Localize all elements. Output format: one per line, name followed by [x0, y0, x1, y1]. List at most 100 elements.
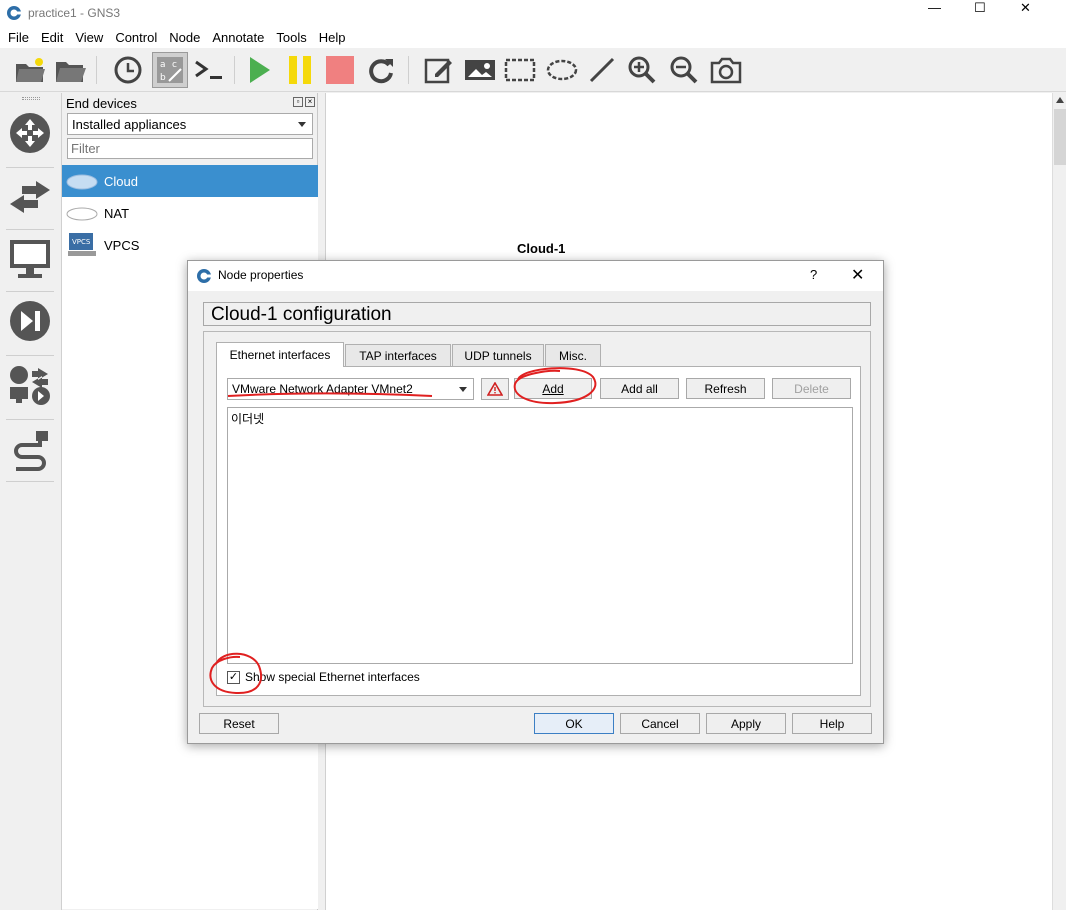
apply-button[interactable]: Apply — [706, 713, 786, 734]
folder-new-icon — [16, 58, 45, 82]
chevron-down-icon — [298, 122, 306, 127]
cable-icon — [14, 431, 48, 471]
reload-icon — [369, 59, 393, 84]
interface-select[interactable]: VMware Network Adapter VMnet2 — [227, 378, 474, 400]
zoom-out-icon — [670, 56, 698, 84]
list-item-nat[interactable]: NAT — [62, 197, 318, 229]
ok-button[interactable]: OK — [534, 713, 614, 734]
configuration-header: Cloud-1 configuration — [203, 302, 871, 326]
tab-tap-interfaces[interactable]: TAP interfaces — [345, 344, 451, 366]
suspend-all-button[interactable] — [282, 52, 318, 88]
help-button[interactable]: Help — [792, 713, 872, 734]
show-special-interfaces-label: Show special Ethernet interfaces — [245, 670, 420, 684]
warning-button[interactable] — [481, 378, 509, 400]
refresh-button[interactable]: Refresh — [686, 378, 765, 399]
console-all-button[interactable] — [192, 52, 228, 88]
menu-file[interactable]: File — [2, 30, 35, 45]
open-project-button[interactable] — [52, 52, 88, 88]
screenshot-button[interactable] — [708, 52, 744, 88]
switch-icon — [10, 181, 50, 213]
add-button[interactable]: Add — [514, 378, 592, 399]
snapshot-clock-button[interactable] — [110, 52, 146, 88]
ethernet-interfaces-page: VMware Network Adapter VMnet2 Add Add al… — [216, 366, 861, 696]
svg-text:b: b — [160, 73, 166, 83]
stop-all-button[interactable] — [322, 52, 358, 88]
pause-icon — [289, 56, 311, 84]
router-icon — [10, 113, 50, 153]
cloud-icon — [66, 169, 98, 193]
scroll-up-arrow-icon[interactable] — [1056, 97, 1064, 103]
zoom-out-button[interactable] — [666, 52, 702, 88]
dialog-close-button[interactable]: ✕ — [851, 265, 864, 285]
window-titlebar: practice1 - GNS3 — [0, 0, 1066, 26]
show-special-interfaces-checkbox[interactable]: ✓ Show special Ethernet interfaces — [227, 670, 420, 684]
device-filter-input[interactable] — [67, 138, 313, 159]
picture-icon — [465, 60, 495, 80]
add-all-button[interactable]: Add all — [600, 378, 679, 399]
menu-edit[interactable]: Edit — [35, 30, 69, 45]
maximize-button[interactable]: ☐ — [974, 0, 986, 16]
delete-button[interactable]: Delete — [772, 378, 851, 399]
cancel-button[interactable]: Cancel — [620, 713, 700, 734]
add-note-button[interactable] — [420, 52, 456, 88]
device-label: VPCS — [104, 237, 140, 253]
window-title: practice1 - GNS3 — [28, 6, 121, 20]
reload-all-button[interactable] — [362, 52, 398, 88]
minimize-button[interactable]: — — [928, 0, 941, 15]
draw-line-button[interactable] — [584, 52, 620, 88]
menu-control[interactable]: Control — [109, 30, 163, 45]
camera-icon — [710, 57, 742, 84]
show-interface-labels-button[interactable]: acb — [152, 52, 188, 88]
draw-rectangle-button[interactable] — [502, 52, 538, 88]
zoom-in-button[interactable] — [624, 52, 660, 88]
canvas-vertical-scrollbar[interactable] — [1052, 93, 1066, 910]
device-type-dock — [0, 93, 62, 910]
reset-button[interactable]: Reset — [199, 713, 279, 734]
menu-node[interactable]: Node — [163, 30, 206, 45]
menu-tools[interactable]: Tools — [270, 30, 312, 45]
context-help-button[interactable]: ? — [810, 267, 817, 282]
scrollbar-thumb[interactable] — [1054, 109, 1066, 165]
svg-text:a: a — [160, 60, 166, 70]
ellipse-icon — [546, 59, 578, 81]
edit-note-icon — [424, 58, 452, 84]
main-toolbar: acb — [0, 48, 1066, 92]
dialog-titlebar: Node properties ? ✕ — [188, 261, 883, 291]
appliance-filter-select[interactable]: Installed appliances — [67, 113, 313, 135]
start-all-button[interactable] — [242, 52, 278, 88]
new-project-button[interactable] — [12, 52, 48, 88]
list-item-vpcs[interactable]: VPCS VPCS — [62, 229, 318, 261]
menu-annotate[interactable]: Annotate — [206, 30, 270, 45]
menu-help[interactable]: Help — [313, 30, 352, 45]
checkbox-checkmark[interactable]: ✓ — [227, 670, 240, 684]
insert-picture-button[interactable] — [462, 52, 498, 88]
close-panel-icon[interactable]: × — [305, 97, 315, 107]
browse-routers-button[interactable] — [6, 109, 54, 157]
close-button[interactable]: ✕ — [1020, 0, 1031, 16]
browse-all-devices-button[interactable] — [6, 361, 54, 409]
node-label-cloud-1[interactable]: Cloud-1 — [517, 241, 565, 256]
browse-end-devices-button[interactable] — [6, 235, 54, 283]
vpcs-icon: VPCS — [66, 233, 98, 257]
add-link-button[interactable] — [6, 425, 54, 473]
browse-security-devices-button[interactable] — [6, 297, 54, 345]
tab-misc[interactable]: Misc. — [545, 344, 601, 366]
list-item[interactable]: 이더넷 — [231, 410, 849, 427]
float-panel-icon[interactable]: ▫ — [293, 97, 303, 107]
list-item-cloud[interactable]: Cloud — [62, 165, 318, 197]
tab-ethernet-interfaces[interactable]: Ethernet interfaces — [216, 342, 344, 367]
folder-open-icon — [56, 62, 86, 82]
browse-switches-button[interactable] — [6, 173, 54, 221]
gns3-logo-icon — [7, 6, 21, 20]
monitor-icon — [10, 240, 50, 278]
menu-view[interactable]: View — [69, 30, 109, 45]
interface-select-value: VMware Network Adapter VMnet2 — [232, 382, 413, 396]
security-device-icon — [10, 301, 50, 341]
draw-ellipse-button[interactable] — [544, 52, 580, 88]
gns3-logo-icon — [197, 269, 211, 283]
tabs-frame: Ethernet interfaces TAP interfaces UDP t… — [203, 331, 871, 707]
all-devices-icon — [10, 366, 50, 405]
tab-udp-tunnels[interactable]: UDP tunnels — [452, 344, 544, 366]
interface-list[interactable]: 이더넷 — [227, 407, 853, 664]
device-label: Cloud — [104, 173, 138, 189]
